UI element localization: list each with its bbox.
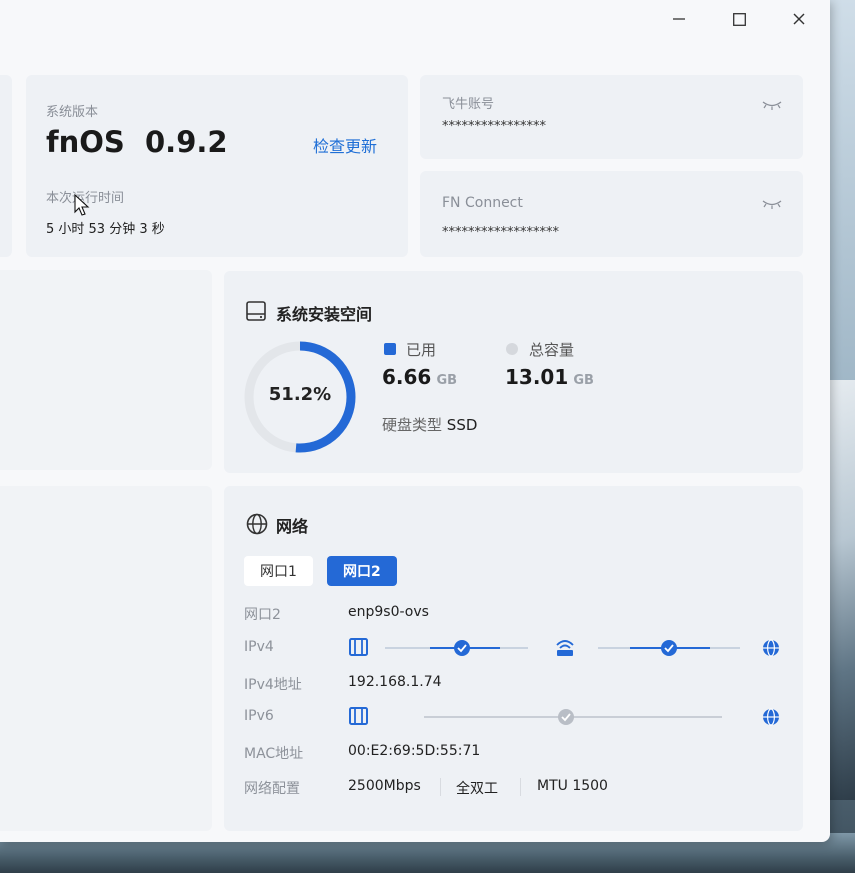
disk-type-value: SSD bbox=[446, 416, 478, 434]
left-card-middle bbox=[0, 270, 212, 470]
maximize-icon bbox=[732, 12, 746, 26]
nic-icon bbox=[349, 638, 368, 656]
maximize-button[interactable] bbox=[716, 4, 762, 34]
fn-connect-card: FN Connect ****************** bbox=[420, 171, 803, 257]
globe-icon bbox=[246, 513, 268, 535]
check-update-link[interactable]: 检查更新 bbox=[313, 133, 377, 157]
version-label: 系统版本 bbox=[46, 105, 99, 120]
left-card-bottom bbox=[0, 486, 212, 831]
port-value: enp9s0-ovs bbox=[348, 604, 429, 620]
internet-globe-icon bbox=[763, 708, 779, 726]
mac-value: 00:E2:69:5D:55:71 bbox=[348, 743, 481, 759]
duplex-value: 全双工 bbox=[456, 781, 498, 797]
storage-card: 系统安装空间 51.2% 已用 6.66 GB 总容量 13.01 GB 硬盘类… bbox=[224, 271, 803, 473]
check-circle-icon bbox=[454, 640, 470, 656]
ipv4-address-label: IPv4地址 bbox=[244, 677, 302, 693]
used-label: 已用 bbox=[406, 341, 437, 359]
used-legend-swatch bbox=[384, 343, 396, 355]
divider bbox=[520, 778, 521, 796]
disk-type-label: 硬盘类型 bbox=[382, 416, 443, 434]
account-masked-value: **************** bbox=[442, 119, 546, 134]
total-amount: 13.01 GB bbox=[505, 365, 594, 389]
ipv6-label: IPv6 bbox=[244, 708, 274, 724]
mac-label: MAC地址 bbox=[244, 746, 304, 762]
used-unit: GB bbox=[436, 373, 458, 388]
system-version-card: 系统版本 fnOS 0.9.2 检查更新 本次运行时间 5 小时 53 分钟 3… bbox=[26, 75, 408, 257]
ipv4-connection-diagram bbox=[349, 638, 779, 657]
titlebar bbox=[0, 0, 830, 40]
tab-port-1[interactable]: 网口1 bbox=[244, 556, 313, 586]
nic-icon bbox=[349, 707, 368, 725]
storage-percent: 51.2% bbox=[268, 384, 332, 405]
left-card-top bbox=[0, 75, 12, 257]
status-pending-icon bbox=[558, 709, 574, 725]
link-speed-value: 2500Mbps bbox=[348, 778, 421, 794]
fn-connect-label: FN Connect bbox=[442, 195, 523, 211]
hard-drive-icon bbox=[246, 301, 266, 321]
account-card: 飞牛账号 **************** bbox=[420, 75, 803, 159]
total-value: 13.01 bbox=[505, 365, 569, 389]
fn-connect-masked-value: ****************** bbox=[442, 225, 559, 240]
check-circle-icon bbox=[661, 640, 677, 656]
used-value: 6.66 bbox=[382, 365, 432, 389]
used-amount: 6.66 GB bbox=[382, 365, 457, 389]
mtu-value: MTU 1500 bbox=[537, 778, 608, 794]
ipv4-label: IPv4 bbox=[244, 639, 274, 655]
ipv6-connection-diagram bbox=[349, 707, 779, 726]
disk-type-row: 硬盘类型 SSD bbox=[382, 414, 477, 435]
divider bbox=[440, 778, 441, 796]
app-window: 系统版本 fnOS 0.9.2 检查更新 本次运行时间 5 小时 53 分钟 3… bbox=[0, 0, 830, 842]
minimize-button[interactable] bbox=[656, 4, 702, 34]
ipv4-address-value: 192.168.1.74 bbox=[348, 674, 442, 690]
port-label: 网口2 bbox=[244, 607, 281, 623]
total-label: 总容量 bbox=[529, 341, 575, 359]
eye-closed-icon[interactable] bbox=[762, 198, 782, 210]
tab-port-2[interactable]: 网口2 bbox=[327, 556, 397, 586]
router-icon bbox=[556, 640, 574, 656]
uptime-value: 5 小时 53 分钟 3 秒 bbox=[46, 222, 165, 237]
close-button[interactable] bbox=[776, 4, 822, 34]
close-icon bbox=[793, 13, 805, 25]
network-config-label: 网络配置 bbox=[244, 781, 300, 797]
version-value: fnOS 0.9.2 bbox=[46, 125, 228, 159]
storage-title: 系统安装空间 bbox=[276, 305, 373, 324]
internet-globe-icon bbox=[763, 639, 779, 657]
account-label: 飞牛账号 bbox=[442, 97, 495, 112]
minimize-icon bbox=[673, 18, 685, 20]
eye-closed-icon[interactable] bbox=[762, 99, 782, 111]
total-legend-swatch bbox=[506, 343, 518, 355]
total-unit: GB bbox=[573, 373, 594, 388]
mouse-cursor-icon bbox=[74, 194, 90, 216]
network-title: 网络 bbox=[276, 517, 309, 536]
